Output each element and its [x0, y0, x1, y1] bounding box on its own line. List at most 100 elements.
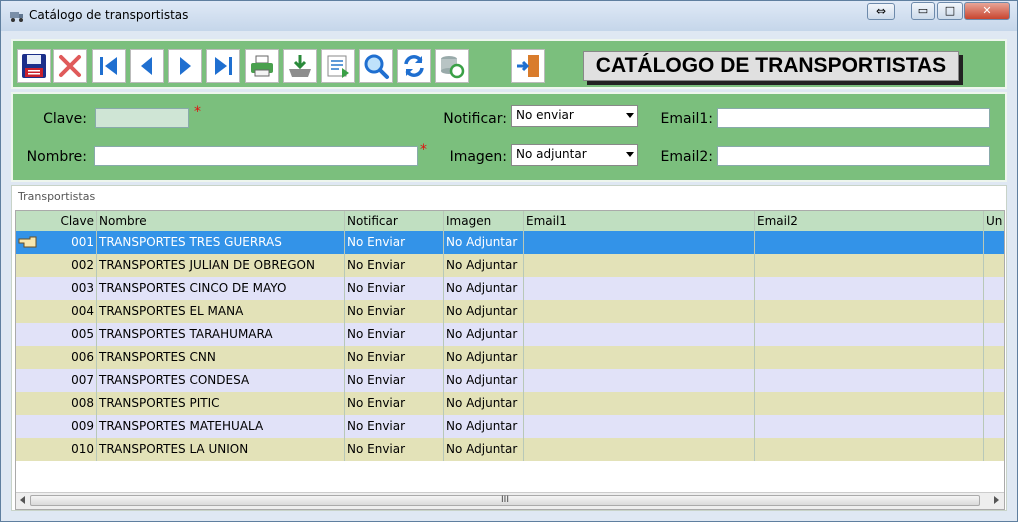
previous-record-button[interactable] — [130, 49, 164, 83]
refresh-button[interactable] — [397, 49, 431, 83]
cell-email2[interactable] — [755, 346, 984, 369]
first-record-button[interactable] — [92, 49, 126, 83]
cell-email2[interactable] — [755, 415, 984, 438]
cell-un[interactable] — [984, 231, 1004, 254]
cell-email2[interactable] — [755, 254, 984, 277]
cell-email1[interactable] — [524, 254, 755, 277]
exit-button[interactable] — [511, 49, 545, 83]
cell-nombre[interactable]: TRANSPORTES CINCO DE MAYO — [97, 277, 345, 300]
cell-imagen[interactable]: No Adjuntar — [444, 392, 524, 415]
cell-email1[interactable] — [524, 277, 755, 300]
cell-imagen[interactable]: No Adjuntar — [444, 231, 524, 254]
cell-nombre[interactable]: TRANSPORTES JULIAN DE OBREGON — [97, 254, 345, 277]
cell-clave[interactable]: 005 — [16, 323, 97, 346]
cell-nombre[interactable]: TRANSPORTES EL MANA — [97, 300, 345, 323]
nombre-input[interactable] — [94, 146, 418, 166]
cell-imagen[interactable]: No Adjuntar — [444, 323, 524, 346]
cell-clave[interactable]: 002 — [16, 254, 97, 277]
cell-clave[interactable]: 004 — [16, 300, 97, 323]
cell-email1[interactable] — [524, 323, 755, 346]
column-header-email2[interactable]: Email2 — [755, 211, 984, 231]
column-header-notificar[interactable]: Notificar — [345, 211, 444, 231]
cell-nombre[interactable]: TRANSPORTES PITIC — [97, 392, 345, 415]
cell-notificar[interactable]: No Enviar — [345, 369, 444, 392]
imagen-select[interactable]: No adjuntar — [511, 144, 638, 166]
last-record-button[interactable] — [206, 49, 240, 83]
save-button[interactable] — [17, 49, 51, 83]
cell-un[interactable] — [984, 300, 1004, 323]
resize-arrows-icon[interactable]: ⇔ — [867, 3, 895, 20]
table-row[interactable]: 002 TRANSPORTES JULIAN DE OBREGON No Envia… — [16, 254, 1004, 277]
table-row[interactable]: 007 TRANSPORTES CONDESA No Enviar No Adjunt… — [16, 369, 1004, 392]
cell-notificar[interactable]: No Enviar — [345, 231, 444, 254]
column-header-imagen[interactable]: Imagen — [444, 211, 524, 231]
horizontal-scrollbar[interactable]: III — [16, 492, 1004, 509]
column-header-nombre[interactable]: Nombre — [97, 211, 345, 231]
cell-email2[interactable] — [755, 369, 984, 392]
cell-un[interactable] — [984, 369, 1004, 392]
cell-notificar[interactable]: No Enviar — [345, 277, 444, 300]
download-button[interactable] — [283, 49, 317, 83]
cell-email1[interactable] — [524, 369, 755, 392]
cell-notificar[interactable]: No Enviar — [345, 300, 444, 323]
cell-nombre[interactable]: TRANSPORTES LA UNION — [97, 438, 345, 461]
cell-un[interactable] — [984, 254, 1004, 277]
cell-clave[interactable]: 008 — [16, 392, 97, 415]
cell-email2[interactable] — [755, 438, 984, 461]
scroll-right-arrow-icon[interactable] — [994, 496, 999, 504]
transportistas-grid[interactable]: Clave Nombre Notificar Imagen Email1 Ema… — [15, 210, 1005, 510]
cell-email1[interactable] — [524, 392, 755, 415]
cell-email2[interactable] — [755, 323, 984, 346]
notificar-select[interactable]: No enviar — [511, 105, 638, 127]
cell-imagen[interactable]: No Adjuntar — [444, 254, 524, 277]
cell-notificar[interactable]: No Enviar — [345, 346, 444, 369]
cell-notificar[interactable]: No Enviar — [345, 392, 444, 415]
cancel-button[interactable] — [53, 49, 87, 83]
print-button[interactable] — [245, 49, 279, 83]
cell-email1[interactable] — [524, 231, 755, 254]
cell-imagen[interactable]: No Adjuntar — [444, 300, 524, 323]
cell-imagen[interactable]: No Adjuntar — [444, 415, 524, 438]
cell-imagen[interactable]: No Adjuntar — [444, 438, 524, 461]
column-header-email1[interactable]: Email1 — [524, 211, 755, 231]
cell-imagen[interactable]: No Adjuntar — [444, 346, 524, 369]
maximize-button[interactable]: □ — [937, 2, 963, 20]
cell-email1[interactable] — [524, 300, 755, 323]
cell-un[interactable] — [984, 438, 1004, 461]
next-record-button[interactable] — [168, 49, 202, 83]
table-row[interactable]: 003 TRANSPORTES CINCO DE MAYO No Enviar No … — [16, 277, 1004, 300]
table-row[interactable]: 009 TRANSPORTES MATEHUALA No Enviar No Adju… — [16, 415, 1004, 438]
cell-email2[interactable] — [755, 277, 984, 300]
close-button[interactable]: ✕ — [964, 2, 1010, 20]
cell-nombre[interactable]: TRANSPORTES TARAHUMARA — [97, 323, 345, 346]
table-row[interactable]: 010 TRANSPORTES LA UNION No Enviar No Adjun… — [16, 438, 1004, 461]
cell-notificar[interactable]: No Enviar — [345, 323, 444, 346]
cell-un[interactable] — [984, 392, 1004, 415]
cell-clave[interactable]: 007 — [16, 369, 97, 392]
cell-email1[interactable] — [524, 415, 755, 438]
cell-notificar[interactable]: No Enviar — [345, 254, 444, 277]
table-row[interactable]: 006 TRANSPORTES CNN No Enviar No Adjuntar — [16, 346, 1004, 369]
cell-un[interactable] — [984, 346, 1004, 369]
cell-clave[interactable]: 010 — [16, 438, 97, 461]
cell-nombre[interactable]: TRANSPORTES CNN — [97, 346, 345, 369]
cell-email2[interactable] — [755, 231, 984, 254]
cell-clave[interactable]: 001 — [16, 231, 97, 254]
column-header-clave[interactable]: Clave — [16, 211, 97, 231]
cell-nombre[interactable]: TRANSPORTES CONDESA — [97, 369, 345, 392]
cell-clave[interactable]: 006 — [16, 346, 97, 369]
search-button[interactable] — [359, 49, 393, 83]
table-row[interactable]: 001 TRANSPORTES TRES GUERRAS No Enviar No A… — [16, 231, 1004, 254]
cell-email1[interactable] — [524, 346, 755, 369]
cell-notificar[interactable]: No Enviar — [345, 438, 444, 461]
clave-input[interactable] — [95, 108, 189, 128]
cell-un[interactable] — [984, 323, 1004, 346]
cell-email2[interactable] — [755, 392, 984, 415]
cell-imagen[interactable]: No Adjuntar — [444, 369, 524, 392]
cell-clave[interactable]: 009 — [16, 415, 97, 438]
cell-notificar[interactable]: No Enviar — [345, 415, 444, 438]
cell-nombre[interactable]: TRANSPORTES MATEHUALA — [97, 415, 345, 438]
sync-button[interactable] — [435, 49, 469, 83]
cell-email2[interactable] — [755, 300, 984, 323]
email1-input[interactable] — [717, 108, 990, 128]
